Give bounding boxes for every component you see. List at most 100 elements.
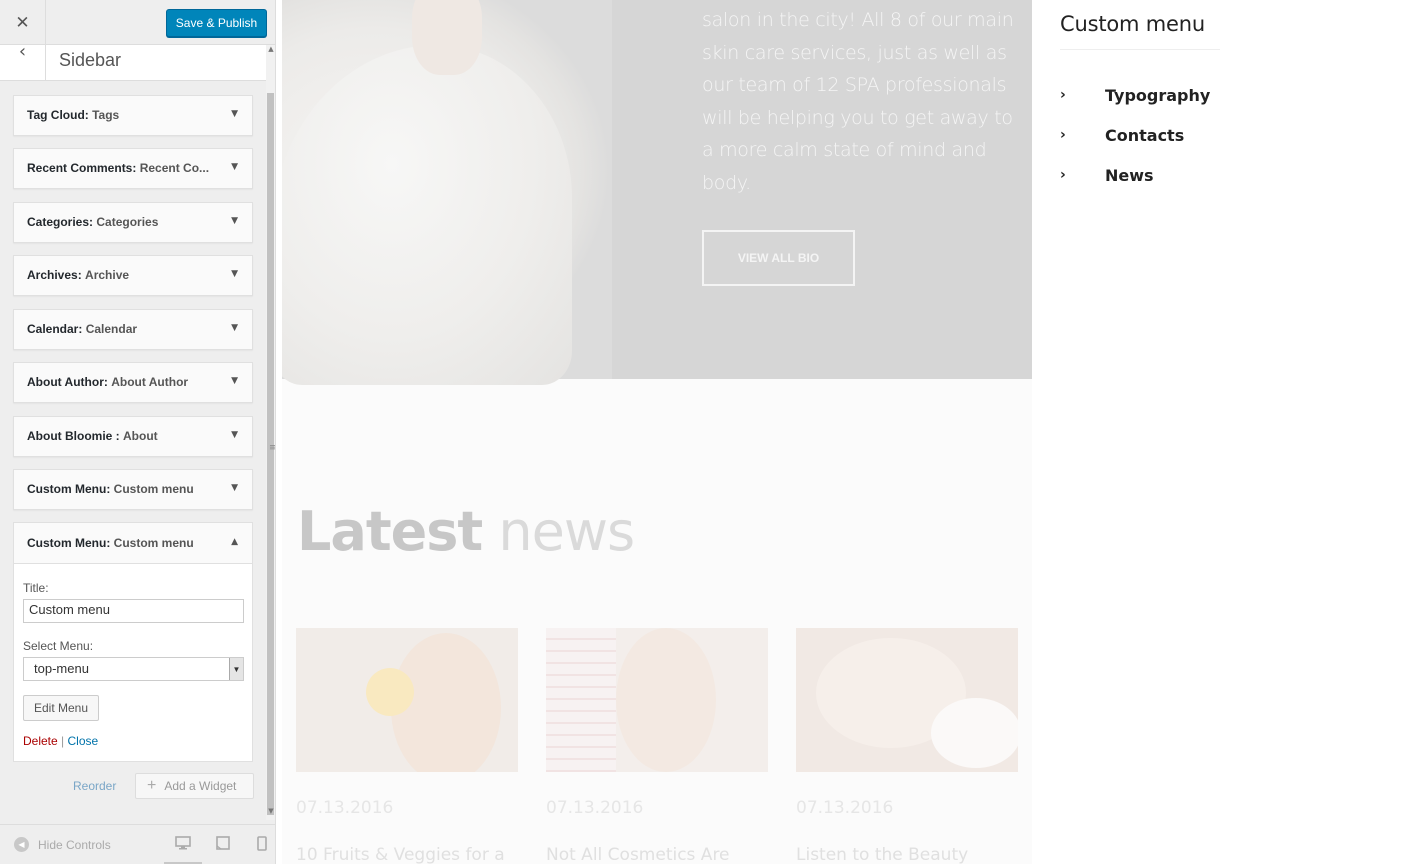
widget-type: About Author: [27, 375, 108, 389]
plus-icon: + [147, 777, 157, 794]
widget-calendar[interactable]: Calendar: Calendar ▼ [13, 309, 253, 350]
customizer-screen: ✕ Save & Publish ‹ Sidebar Tag Cloud: Ta… [0, 0, 1419, 864]
title-field-label: Title: [23, 581, 49, 595]
widget-title: Tags [92, 108, 120, 122]
widget-custom-menu-open: Custom Menu: Custom menu ▲ Title: Custom… [13, 522, 253, 762]
expand-arrow-icon[interactable]: ▼ [231, 430, 238, 440]
news-title[interactable]: Not All Cosmetics Are [546, 845, 768, 864]
news-card[interactable]: 07.13.2016 Listen to the Beauty [796, 628, 1018, 864]
select-menu-label: Select Menu: [23, 639, 94, 653]
site-preview: salon in the city! All 8 of our main ski… [282, 0, 1032, 864]
select-menu-value: top-menu [34, 661, 89, 676]
news-title[interactable]: Listen to the Beauty [796, 845, 1018, 864]
view-all-bio-button[interactable]: VIEW ALL BIO [702, 230, 855, 286]
widget-type: Calendar: [27, 322, 83, 336]
chevron-right-icon: › [1060, 87, 1066, 103]
news-card[interactable]: 07.13.2016 Not All Cosmetics Are [546, 628, 768, 864]
arrow-left-circle-icon: ◀ [14, 837, 29, 852]
menu-item-label[interactable]: News [1105, 166, 1154, 185]
widget-title: About [123, 429, 158, 443]
chevron-right-icon: › [1060, 127, 1066, 143]
news-thumbnail[interactable] [296, 628, 518, 772]
mobile-icon[interactable] [253, 836, 271, 852]
title-input[interactable]: Custom menu [23, 599, 244, 623]
expand-arrow-icon[interactable]: ▼ [231, 216, 238, 226]
news-card[interactable]: 07.13.2016 10 Fruits & Veggies for a [296, 628, 518, 864]
expand-arrow-icon[interactable]: ▼ [231, 323, 238, 333]
widget-type: Tag Cloud: [27, 108, 89, 122]
news-title[interactable]: 10 Fruits & Veggies for a [296, 845, 518, 864]
widget-title: About Author [111, 375, 189, 389]
heading-light: news [498, 500, 635, 563]
hide-controls-label: Hide Controls [38, 837, 111, 852]
resize-grip-icon[interactable]: ≡ [269, 443, 275, 453]
edit-menu-button[interactable]: Edit Menu [23, 695, 99, 721]
widget-actions: Delete | Close [23, 734, 98, 748]
hero-image [282, 0, 612, 385]
panel-scrollbar[interactable]: ▲ ▼ [266, 45, 275, 820]
widget-about-author[interactable]: About Author: About Author ▼ [13, 362, 253, 403]
news-thumbnail[interactable] [546, 628, 768, 772]
widget-type: Custom Menu: [27, 536, 111, 550]
desktop-icon[interactable] [174, 836, 192, 852]
widget-type: About Bloomie : [27, 429, 120, 443]
expand-arrow-icon[interactable]: ▼ [231, 162, 238, 172]
section-title: Sidebar [59, 50, 122, 70]
widget-archives[interactable]: Archives: Archive ▼ [13, 255, 253, 296]
customizer-header: ✕ Save & Publish [0, 0, 275, 45]
expand-arrow-icon[interactable]: ▼ [231, 109, 238, 119]
widget-about-bloomie[interactable]: About Bloomie : About ▼ [13, 416, 253, 457]
news-thumbnail[interactable] [796, 628, 1018, 772]
menu-item-label[interactable]: Contacts [1105, 126, 1184, 145]
reorder-link[interactable]: Reorder [73, 779, 116, 793]
save-publish-button[interactable]: Save & Publish [166, 9, 267, 37]
widget-title: Archive [85, 268, 130, 282]
widget-tag-cloud[interactable]: Tag Cloud: Tags ▼ [13, 95, 253, 136]
widget-type: Categories: [27, 215, 94, 229]
collapse-arrow-icon[interactable]: ▲ [231, 537, 238, 547]
widget-title: Recent Co... [139, 161, 210, 175]
widget-custom-menu[interactable]: Custom Menu: Custom menu ▼ [13, 469, 253, 510]
news-date: 07.13.2016 [296, 798, 394, 818]
widget-categories[interactable]: Categories: Categories ▼ [13, 202, 253, 243]
latest-news-heading: Latest news [297, 500, 635, 563]
widget-type: Recent Comments: [27, 161, 137, 175]
scroll-thumb[interactable] [267, 93, 274, 815]
expand-arrow-icon[interactable]: ▼ [231, 483, 238, 493]
delete-link[interactable]: Delete [23, 734, 58, 748]
news-date: 07.13.2016 [546, 798, 644, 818]
scroll-up-icon[interactable]: ▲ [266, 45, 275, 57]
custom-menu-title: Custom menu [1060, 12, 1205, 36]
menu-item-contacts[interactable]: › Contacts [1060, 124, 1184, 146]
widget-title: Custom menu [113, 536, 194, 550]
product-image [282, 45, 572, 385]
menu-item-typography[interactable]: › Typography [1060, 84, 1210, 106]
close-link[interactable]: Close [68, 734, 99, 748]
hero-paragraph: salon in the city! All 8 of our main ski… [702, 9, 1014, 194]
widget-type: Archives: [27, 268, 82, 282]
tablet-icon[interactable] [214, 836, 232, 852]
expand-arrow-icon[interactable]: ▼ [231, 269, 238, 279]
separator: | [61, 734, 65, 748]
widget-title: Custom menu [113, 482, 194, 496]
scroll-down-icon[interactable]: ▼ [266, 807, 275, 819]
close-icon[interactable]: ✕ [0, 0, 46, 45]
chevron-right-icon: › [1060, 167, 1066, 183]
customizer-panel: ✕ Save & Publish ‹ Sidebar Tag Cloud: Ta… [0, 0, 276, 864]
hand-image [412, 0, 482, 75]
news-date: 07.13.2016 [796, 798, 894, 818]
widget-header[interactable]: Custom Menu: Custom menu ▲ [14, 523, 252, 564]
select-menu-dropdown[interactable]: top-menu ▼ [23, 657, 244, 681]
add-widget-button[interactable]: + Add a Widget [135, 773, 254, 799]
divider [1060, 49, 1220, 50]
widget-recent-comments[interactable]: Recent Comments: Recent Co... ▼ [13, 148, 253, 189]
section-header: ‹ Sidebar [0, 41, 266, 81]
chevron-left-icon[interactable]: ‹ [0, 41, 46, 81]
dropdown-arrow-icon[interactable]: ▼ [229, 658, 243, 680]
menu-item-label[interactable]: Typography [1105, 86, 1210, 105]
widget-title: Calendar [85, 322, 138, 336]
hide-controls-button[interactable]: ◀ Hide Controls [14, 837, 111, 852]
expand-arrow-icon[interactable]: ▼ [231, 376, 238, 386]
menu-item-news[interactable]: › News [1060, 164, 1154, 186]
widget-type: Custom Menu: [27, 482, 111, 496]
